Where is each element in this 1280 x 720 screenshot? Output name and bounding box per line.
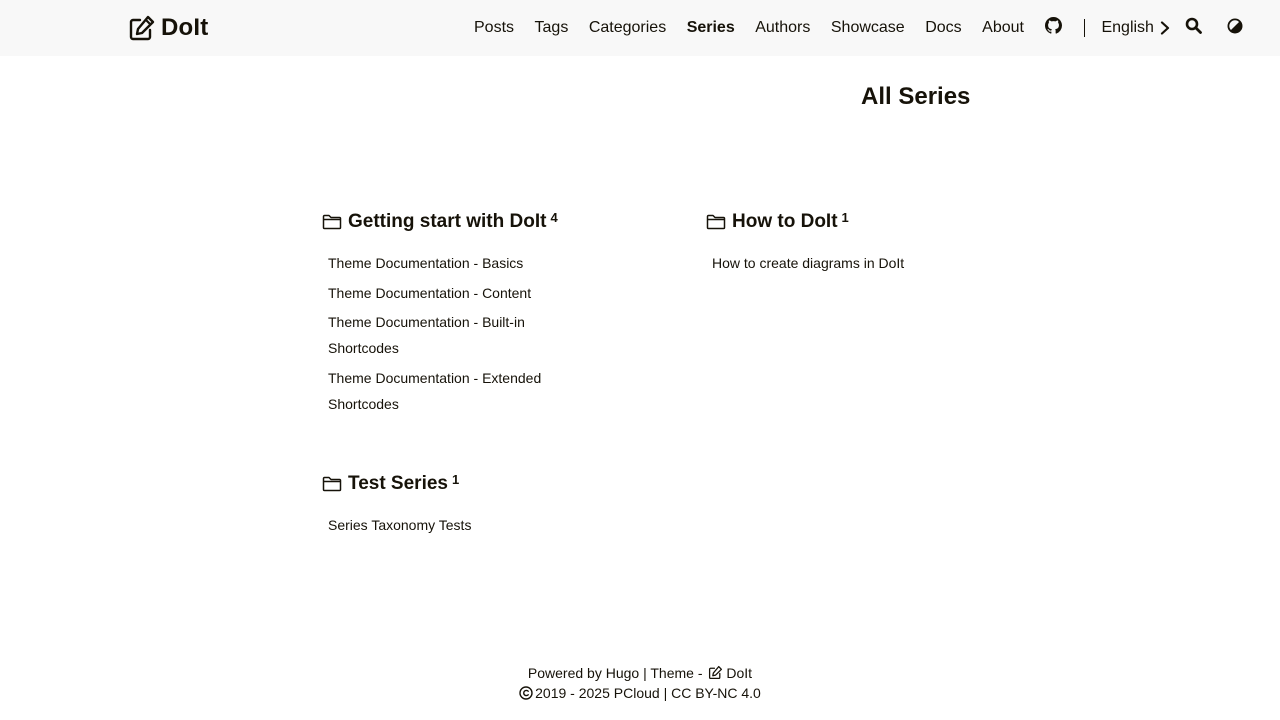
series-title: Test Series 1 <box>322 470 582 498</box>
nav-tags[interactable]: Tags <box>535 19 569 37</box>
post-link[interactable]: Theme Documentation - Content <box>328 285 531 301</box>
series-card-how-to: How to DoIt 1 How to create diagrams in … <box>706 208 966 280</box>
nav-about[interactable]: About <box>982 19 1024 37</box>
post-link[interactable]: Theme Documentation - Built-in Shortcode… <box>328 314 525 356</box>
footer-copyright-line: 2019 - 2025 PCloud | CC BY-NC 4.0 <box>0 683 1280 703</box>
series-card-test: Test Series 1 Series Taxonomy Tests <box>322 470 582 542</box>
nav-docs[interactable]: Docs <box>925 19 961 37</box>
series-link[interactable]: Test Series <box>348 473 448 495</box>
series-link[interactable]: How to DoIt <box>732 211 838 233</box>
nav-divider <box>1084 19 1086 37</box>
chevron-right-icon <box>1160 21 1170 35</box>
folder-icon <box>322 476 342 492</box>
site-title: DoIt <box>161 14 209 41</box>
edit-icon <box>709 665 723 680</box>
series-count: 4 <box>550 209 558 225</box>
search-icon <box>1185 17 1202 34</box>
post-link[interactable]: Theme Documentation - Basics <box>328 255 523 271</box>
series-title: How to DoIt 1 <box>706 208 966 236</box>
footer-powered-line: Powered by Hugo | Theme - DoIt <box>0 663 1280 683</box>
series-count: 1 <box>841 209 849 225</box>
copyright-text: 2019 - 2025 PCloud | CC BY-NC 4.0 <box>535 685 761 701</box>
edit-logo-icon <box>129 15 155 41</box>
nav-series[interactable]: Series <box>687 19 735 37</box>
series-card-getting-started: Getting start with DoIt 4 Theme Document… <box>322 208 582 420</box>
site-footer: Powered by Hugo | Theme - DoIt 2019 - 20… <box>0 663 1280 703</box>
post-link[interactable]: Theme Documentation - Extended Shortcode… <box>328 370 541 412</box>
nav-authors[interactable]: Authors <box>755 19 810 37</box>
github-link[interactable] <box>1044 17 1063 39</box>
theme-toggle-button[interactable] <box>1202 18 1243 39</box>
series-count: 1 <box>451 471 460 487</box>
language-label: English <box>1101 19 1154 36</box>
search-button[interactable] <box>1170 17 1202 39</box>
series-post-list: How to create diagrams in DoIt <box>706 250 962 276</box>
nav-showcase[interactable]: Showcase <box>831 19 905 37</box>
series-title: Getting start with DoIt 4 <box>322 208 582 236</box>
main-nav: Posts Tags Categories Series Authors Sho… <box>474 0 1243 56</box>
hugo-link[interactable]: Hugo <box>606 665 639 681</box>
nav-categories[interactable]: Categories <box>589 19 666 37</box>
post-link[interactable]: How to create diagrams in DoIt <box>712 255 904 271</box>
series-post-list: Series Taxonomy Tests <box>322 512 578 538</box>
site-header: DoIt Posts Tags Categories Series Author… <box>0 0 1280 56</box>
series-post-list: Theme Documentation - Basics Theme Docum… <box>322 250 578 417</box>
post-link[interactable]: Series Taxonomy Tests <box>328 517 471 533</box>
series-link[interactable]: Getting start with DoIt <box>348 211 546 233</box>
theme-separator: | Theme - <box>639 665 707 681</box>
language-switcher[interactable]: English <box>1101 19 1170 37</box>
copyright-icon <box>519 686 533 700</box>
theme-toggle-icon <box>1227 18 1243 33</box>
powered-by-text: Powered by <box>527 665 606 681</box>
theme-name: DoIt <box>726 665 753 681</box>
folder-icon <box>706 214 726 230</box>
theme-link[interactable]: DoIt <box>706 665 752 681</box>
page-title: All Series <box>861 83 971 110</box>
github-icon <box>1045 17 1063 34</box>
folder-icon <box>322 214 342 230</box>
nav-posts[interactable]: Posts <box>474 19 514 37</box>
site-logo-link[interactable]: DoIt <box>128 14 208 42</box>
